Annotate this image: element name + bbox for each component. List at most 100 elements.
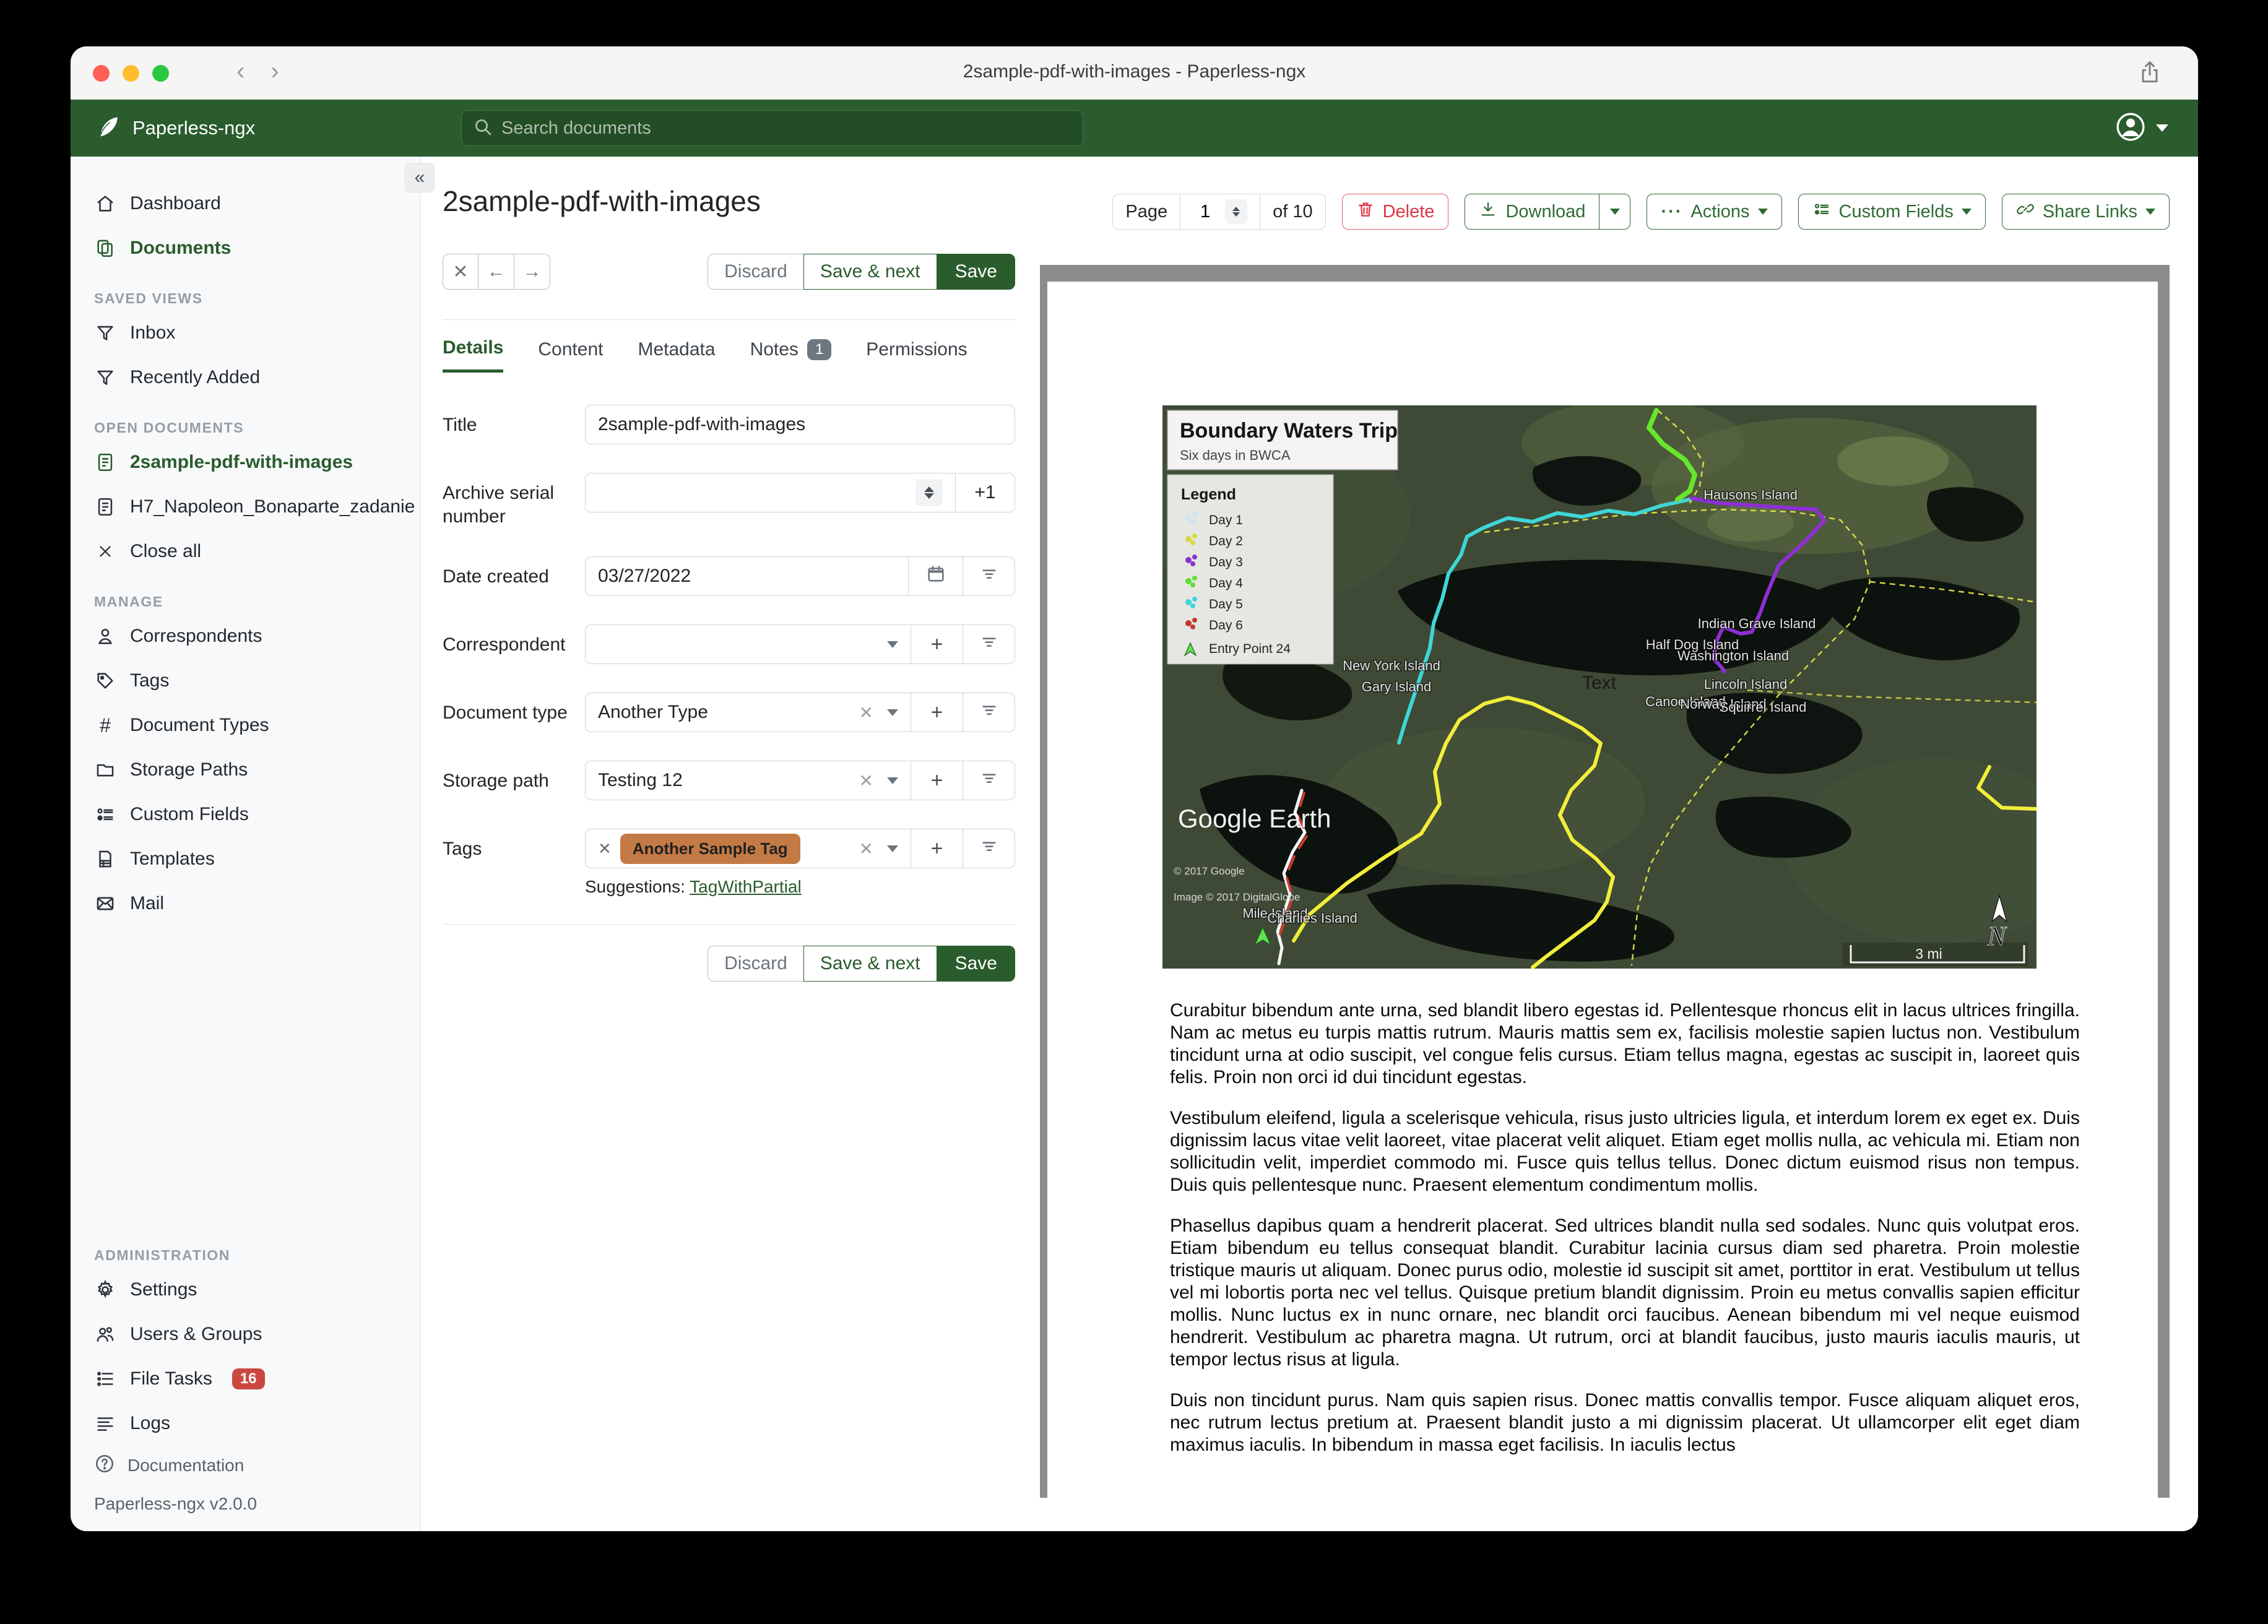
sidebar-close-all[interactable]: Close all: [71, 529, 420, 574]
asn-plus-one-button[interactable]: +1: [955, 473, 1015, 512]
add-storage-path-button[interactable]: +: [911, 761, 963, 800]
sidebar-item-label: Logs: [130, 1413, 171, 1433]
save-next-button-bottom[interactable]: Save & next: [803, 946, 937, 982]
share-links-caret-icon: [2145, 209, 2155, 215]
user-menu-caret-icon[interactable]: [2156, 124, 2168, 132]
storage-path-filter-button[interactable]: [963, 761, 1015, 800]
home-icon: [94, 192, 116, 215]
share-links-button[interactable]: Share Links: [2001, 194, 2170, 230]
page-stepper[interactable]: [1225, 199, 1248, 224]
page-number-input[interactable]: [1193, 201, 1218, 222]
documentation-link[interactable]: Documentation: [71, 1446, 420, 1485]
document-type-filter-button[interactable]: [963, 693, 1015, 732]
sidebar-item-recently-added[interactable]: Recently Added: [71, 355, 420, 400]
detail-tabs: Details Content Metadata Notes 1 Permissi…: [443, 337, 1015, 373]
map-label: Washington Island: [1677, 648, 1789, 663]
close-document-button[interactable]: ✕: [443, 254, 478, 290]
date-filter-button[interactable]: [963, 557, 1015, 595]
add-correspondent-button[interactable]: +: [911, 625, 963, 663]
sidebar-item-storage-paths[interactable]: Storage Paths: [71, 748, 420, 792]
sidebar-item-label: Mail: [130, 893, 165, 914]
sidebar-collapse-button[interactable]: «: [405, 163, 435, 192]
clear-icon[interactable]: ✕: [859, 771, 873, 791]
actions-button[interactable]: ··· Actions: [1647, 194, 1782, 230]
search-input[interactable]: [501, 118, 1071, 139]
sidebar-item-file-tasks[interactable]: File Tasks 16: [71, 1357, 420, 1401]
sidebar-item-dashboard[interactable]: Dashboard: [71, 181, 420, 226]
tag-chip[interactable]: Another Sample Tag: [620, 833, 800, 864]
search-bar[interactable]: [461, 110, 1083, 146]
sidebar-item-templates[interactable]: Templates: [71, 837, 420, 881]
paperless-logo-icon: [94, 113, 121, 144]
remove-tag-icon[interactable]: ✕: [598, 839, 612, 858]
window-title: 2sample-pdf-with-images - Paperless-ngx: [963, 61, 1306, 82]
asn-input[interactable]: [586, 473, 955, 512]
legend-label: Day 2: [1209, 534, 1243, 548]
correspondent-filter-button[interactable]: [963, 625, 1015, 663]
previous-document-button[interactable]: ←: [478, 254, 514, 290]
add-tag-button[interactable]: +: [911, 829, 963, 868]
correspondent-select[interactable]: [586, 625, 911, 663]
tags-select[interactable]: ✕ Another Sample Tag ✕: [586, 829, 911, 868]
file-tasks-badge: 16: [232, 1368, 265, 1389]
save-button-bottom[interactable]: Save: [937, 946, 1015, 982]
page-navigation-group: Page of 10: [1112, 194, 1326, 230]
sidebar-item-document-types[interactable]: # Document Types: [71, 703, 420, 748]
map-label: Charlies Island: [1267, 910, 1357, 926]
sidebar-open-doc-other[interactable]: H7_Napoleon_Bonaparte_zadanie: [71, 485, 420, 529]
save-next-button[interactable]: Save & next: [803, 254, 937, 290]
save-button[interactable]: Save: [937, 254, 1015, 290]
suggestion-tag-link[interactable]: TagWithPartial: [690, 877, 802, 896]
filter-lines-icon: [979, 632, 999, 657]
legend-label: Day 1: [1209, 513, 1243, 527]
sidebar-item-inbox[interactable]: Inbox: [71, 311, 420, 355]
pdf-preview-pane[interactable]: Hausons Island New York Island Gary Isla…: [1040, 265, 2170, 1498]
legend-label: Day 6: [1209, 618, 1243, 633]
date-created-input[interactable]: [598, 566, 896, 587]
discard-button-bottom[interactable]: Discard: [708, 946, 803, 982]
tab-permissions[interactable]: Permissions: [866, 337, 967, 373]
clear-icon[interactable]: ✕: [859, 702, 873, 723]
doc-nav-group: ✕ ← →: [443, 254, 550, 290]
sidebar-item-custom-fields[interactable]: Custom Fields: [71, 792, 420, 837]
add-document-type-button[interactable]: +: [911, 693, 963, 732]
discard-button[interactable]: Discard: [708, 254, 803, 290]
asn-stepper[interactable]: [915, 479, 943, 506]
map-credit-1: © 2017 Google: [1174, 865, 1245, 877]
tab-details[interactable]: Details: [443, 337, 504, 373]
tab-metadata[interactable]: Metadata: [638, 337, 715, 373]
custom-fields-button[interactable]: Custom Fields: [1798, 194, 1986, 230]
next-document-button[interactable]: →: [514, 254, 550, 290]
brand-name: Paperless-ngx: [132, 117, 256, 139]
map-watermark: Google Earth: [1178, 804, 1331, 833]
sidebar-item-documents[interactable]: Documents: [71, 226, 420, 270]
user-avatar-icon[interactable]: [2115, 111, 2146, 145]
download-button[interactable]: Download: [1465, 194, 1599, 229]
sidebar-item-settings[interactable]: Settings: [71, 1268, 420, 1312]
download-options-caret[interactable]: [1599, 194, 1630, 229]
brand[interactable]: Paperless-ngx: [71, 113, 461, 144]
scale-label: 3 mi: [1915, 946, 1942, 962]
tab-notes[interactable]: Notes 1: [750, 337, 832, 373]
sidebar-open-doc-current[interactable]: 2sample-pdf-with-images: [71, 440, 420, 485]
sidebar-item-correspondents[interactable]: Correspondents: [71, 614, 420, 659]
title-input[interactable]: [598, 414, 1002, 435]
tags-filter-button[interactable]: [963, 829, 1015, 868]
document-type-select[interactable]: Another Type ✕: [586, 693, 911, 732]
sidebar-item-users-groups[interactable]: Users & Groups: [71, 1312, 420, 1357]
sidebar-item-logs[interactable]: Logs: [71, 1401, 420, 1446]
sidebar-item-mail[interactable]: Mail: [71, 881, 420, 926]
sidebar-item-label: Templates: [130, 849, 215, 869]
folder-icon: [94, 759, 116, 781]
filter-funnel-icon: [94, 366, 116, 389]
download-split-button: Download: [1465, 194, 1631, 230]
clear-icon[interactable]: ✕: [859, 839, 873, 859]
page-label: Page: [1125, 201, 1168, 222]
share-icon[interactable]: [2136, 59, 2163, 89]
storage-path-select[interactable]: Testing 12 ✕: [586, 761, 911, 800]
sidebar-item-label: Document Types: [130, 715, 269, 735]
sidebar-item-tags[interactable]: Tags: [71, 659, 420, 703]
delete-button[interactable]: Delete: [1341, 194, 1449, 230]
tab-content[interactable]: Content: [538, 337, 603, 373]
calendar-button[interactable]: [908, 557, 963, 595]
